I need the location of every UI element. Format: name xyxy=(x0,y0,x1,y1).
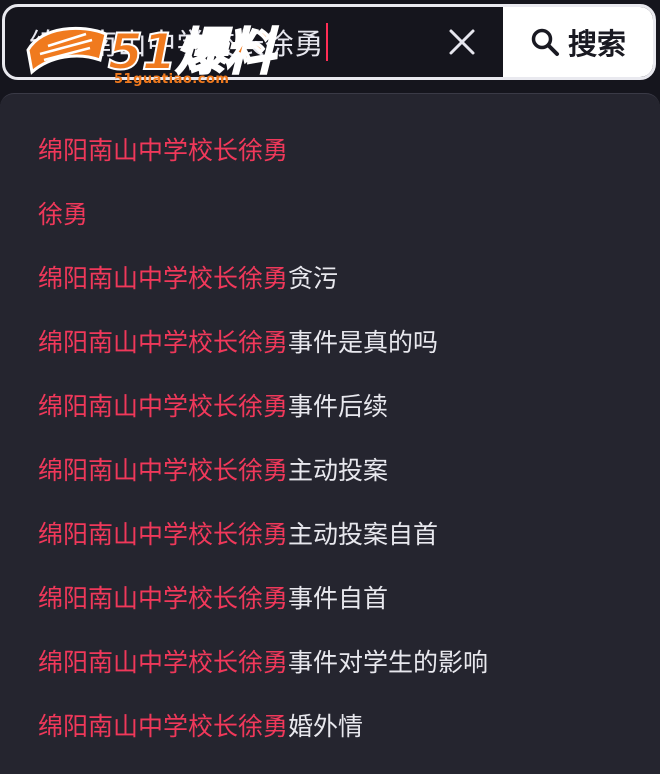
search-bar: 绵阳南山中学校长徐勇 搜索 xyxy=(2,4,656,80)
suggestion-rest-text: 贪污 xyxy=(288,264,339,293)
suggestion-rest-text: 婚外情 xyxy=(288,712,364,741)
suggestion-rest-text: 事件对学生的影响 xyxy=(288,648,489,677)
close-icon xyxy=(449,29,475,55)
search-page: 绵阳南山中学校长徐勇 搜索 51爆料 51guatiao.com 绵阳南山中学校… xyxy=(0,0,660,774)
clear-button[interactable] xyxy=(447,27,477,57)
suggestion-item[interactable]: 绵阳南山中学校长徐勇 贪污 xyxy=(0,245,660,309)
suggestion-match-text: 绵阳南山中学校长徐勇 xyxy=(38,520,289,549)
suggestion-match-text: 绵阳南山中学校长徐勇 xyxy=(38,136,289,165)
search-input-value[interactable]: 绵阳南山中学校长徐勇 xyxy=(29,21,324,63)
suggestion-item[interactable]: 绵阳南山中学校长徐勇 事件是真的吗 xyxy=(0,309,660,373)
search-button[interactable]: 搜索 xyxy=(503,7,653,77)
suggestion-match-text: 绵阳南山中学校长徐勇 xyxy=(38,584,289,613)
suggestion-rest-text: 事件是真的吗 xyxy=(288,328,439,357)
search-icon xyxy=(531,28,559,56)
suggestion-rest-text: 主动投案 xyxy=(288,456,389,485)
suggestion-item[interactable]: 绵阳南山中学校长徐勇 事件对学生的影响 xyxy=(0,629,660,693)
suggestion-rest-text: 主动投案自首 xyxy=(288,520,439,549)
suggestion-item[interactable]: 绵阳南山中学校长徐勇 xyxy=(0,117,660,181)
search-button-label: 搜索 xyxy=(567,27,626,61)
suggestion-match-text: 绵阳南山中学校长徐勇 xyxy=(38,328,289,357)
suggestion-item[interactable]: 绵阳南山中学校长徐勇 婚外情 xyxy=(0,693,660,757)
suggestion-item[interactable]: 绵阳南山中学校长徐勇 主动投案自首 xyxy=(0,501,660,565)
suggestion-rest-text: 事件后续 xyxy=(288,392,389,421)
suggestion-match-text: 绵阳南山中学校长徐勇 xyxy=(38,392,289,421)
suggestion-list: 绵阳南山中学校长徐勇 徐勇 绵阳南山中学校长徐勇 贪污 绵阳南山中学校长徐勇 事件是真的吗… xyxy=(0,93,660,774)
suggestion-match-text: 徐勇 xyxy=(38,200,89,229)
text-caret xyxy=(326,23,329,61)
suggestion-match-text: 绵阳南山中学校长徐勇 xyxy=(38,264,289,293)
suggestion-item[interactable]: 绵阳南山中学校长徐勇 事件后续 xyxy=(0,373,660,437)
suggestion-match-text: 绵阳南山中学校长徐勇 xyxy=(38,712,289,741)
suggestion-match-text: 绵阳南山中学校长徐勇 xyxy=(38,456,289,485)
suggestion-rest-text: 事件自首 xyxy=(288,584,389,613)
suggestion-match-text: 绵阳南山中学校长徐勇 xyxy=(38,648,289,677)
suggestion-item[interactable]: 绵阳南山中学校长徐勇 主动投案 xyxy=(0,437,660,501)
suggestion-item[interactable]: 徐勇 xyxy=(0,181,660,245)
suggestion-item[interactable]: 绵阳南山中学校长徐勇 事件自首 xyxy=(0,565,660,629)
search-input[interactable]: 绵阳南山中学校长徐勇 xyxy=(5,7,503,77)
